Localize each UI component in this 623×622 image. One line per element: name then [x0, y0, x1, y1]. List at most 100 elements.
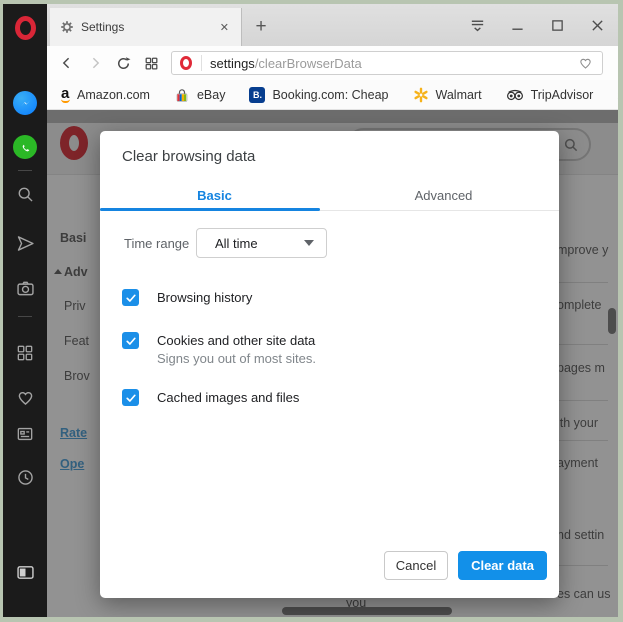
ebay-icon: [174, 87, 190, 103]
bookmark-label: Walmart: [436, 88, 482, 102]
maximize-button[interactable]: [544, 12, 570, 38]
time-range-value: All time: [215, 236, 304, 251]
whatsapp-icon: [13, 135, 37, 159]
browser-sidebar: [3, 4, 47, 617]
forward-icon: [87, 55, 103, 71]
cookies-checkbox[interactable]: [122, 332, 139, 349]
minimize-button[interactable]: [504, 12, 530, 38]
url-text: settings/clearBrowserData: [210, 56, 577, 71]
settings-nav-browser[interactable]: Brov: [64, 369, 90, 383]
time-range-label: Time range: [124, 236, 196, 251]
settings-nav-basic[interactable]: Basi: [60, 231, 86, 245]
clear-data-button[interactable]: Clear data: [458, 551, 547, 580]
booking-icon: B.: [249, 87, 265, 103]
settings-link-opera[interactable]: Ope: [60, 457, 84, 471]
dialog-actions: Cancel Clear data: [384, 551, 547, 580]
messenger-icon: [13, 91, 37, 115]
url-separator: [201, 55, 202, 71]
opera-menu-button[interactable]: [3, 10, 47, 46]
settings-link-rate[interactable]: Rate: [60, 426, 87, 440]
settings-nav-features[interactable]: Feat: [64, 334, 89, 348]
heart-icon: [15, 387, 36, 408]
collapse-caret-icon: [54, 269, 62, 274]
bookmarks-overflow-button[interactable]: »: [617, 87, 618, 103]
sidebar-item-messenger[interactable]: [3, 87, 47, 119]
active-tab-indicator: [100, 208, 320, 211]
tab-advanced[interactable]: Advanced: [329, 179, 558, 211]
clock-icon: [15, 467, 36, 488]
bg-text-fragment: ith your: [557, 416, 598, 430]
heart-icon[interactable]: [577, 55, 594, 71]
reload-button[interactable]: [109, 55, 137, 72]
bookmark-amazon[interactable]: a Amazon.com: [61, 87, 150, 103]
settings-nav-advanced[interactable]: Adv: [64, 265, 88, 279]
clear-browsing-data-dialog: Clear browsing data Basic Advanced Time …: [100, 131, 559, 598]
sidebar-item-news[interactable]: [3, 423, 47, 445]
tab-basic[interactable]: Basic: [100, 179, 329, 211]
panel-toggle-icon: [15, 562, 36, 583]
new-tab-button[interactable]: +: [247, 12, 275, 42]
opera-browser-window: Settings ✕ +: [3, 4, 618, 617]
time-range-select[interactable]: All time: [196, 228, 327, 258]
site-badge-icon: [180, 56, 192, 70]
bg-text-fragment: nd settin: [557, 528, 604, 542]
forward-button[interactable]: [81, 55, 109, 71]
checkmark-icon: [125, 292, 137, 304]
settings-nav-privacy[interactable]: Priv: [64, 299, 86, 313]
opera-logo-icon: [15, 16, 36, 40]
bg-text-fragment: omplete: [557, 298, 601, 312]
bg-text-fragment: es can us: [557, 587, 611, 601]
cached-images-checkbox[interactable]: [122, 389, 139, 406]
sidebar-item-flow[interactable]: [3, 230, 47, 256]
bookmark-walmart[interactable]: Walmart: [413, 87, 482, 103]
url-path: /clearBrowserData: [255, 56, 362, 71]
walmart-spark-icon: [413, 87, 429, 103]
window-controls: [464, 4, 610, 46]
dialog-title: Clear browsing data: [122, 148, 255, 165]
checkbox-label: Cookies and other site data: [157, 332, 316, 349]
search-icon: [15, 184, 36, 205]
tab-settings[interactable]: Settings ✕: [50, 8, 242, 46]
speed-dial-button[interactable]: [137, 56, 165, 71]
sidebar-item-history[interactable]: [3, 466, 47, 488]
sidebar-item-whatsapp[interactable]: [3, 131, 47, 163]
bookmark-label: TripAdvisor: [531, 88, 594, 102]
bookmark-booking[interactable]: B. Booking.com: Cheap: [249, 87, 388, 103]
checkmark-icon: [125, 392, 137, 404]
checkbox-sublabel: Signs you out of most sites.: [157, 351, 316, 366]
settings-page-content: Basi Adv Priv Feat Brov Rate Ope mprove …: [47, 110, 618, 617]
checkbox-row-browsing-history: Browsing history: [122, 289, 252, 306]
url-domain: settings: [210, 56, 255, 71]
tab-close-button[interactable]: ✕: [216, 19, 233, 36]
cancel-button[interactable]: Cancel: [384, 551, 448, 580]
sidebar-toggle-button[interactable]: [3, 560, 47, 584]
vertical-scrollbar-thumb[interactable]: [608, 308, 616, 334]
sidebar-item-bookmarks[interactable]: [3, 386, 47, 408]
address-bar[interactable]: settings/clearBrowserData: [171, 51, 603, 75]
page-top-strip: [47, 110, 618, 123]
back-button[interactable]: [53, 55, 81, 71]
bookmark-label: Amazon.com: [77, 88, 150, 102]
bookmark-tripadvisor[interactable]: TripAdvisor: [506, 88, 594, 102]
bg-text-fragment: ayment: [557, 456, 598, 470]
tripadvisor-owl-icon: [506, 88, 524, 102]
maximize-icon: [551, 19, 564, 32]
close-icon: [591, 19, 604, 32]
grid-icon: [15, 343, 35, 363]
tab-menu-button[interactable]: [464, 12, 490, 38]
search-icon: [562, 136, 580, 154]
dialog-tabs: Basic Advanced: [100, 179, 559, 211]
desktop-background: Settings ✕ +: [0, 0, 623, 622]
bookmark-label: eBay: [197, 88, 226, 102]
minimize-icon: [511, 19, 524, 32]
sidebar-item-speed-dial[interactable]: [3, 342, 47, 364]
bg-text-fragment: pages m: [557, 361, 605, 375]
tiles-icon: [144, 56, 159, 71]
sidebar-item-search[interactable]: [3, 182, 47, 206]
camera-icon: [15, 278, 36, 299]
bookmark-ebay[interactable]: eBay: [174, 87, 226, 103]
sidebar-item-snapshot[interactable]: [3, 276, 47, 300]
browsing-history-checkbox[interactable]: [122, 289, 139, 306]
close-window-button[interactable]: [584, 12, 610, 38]
horizontal-scrollbar-thumb[interactable]: [282, 607, 452, 615]
